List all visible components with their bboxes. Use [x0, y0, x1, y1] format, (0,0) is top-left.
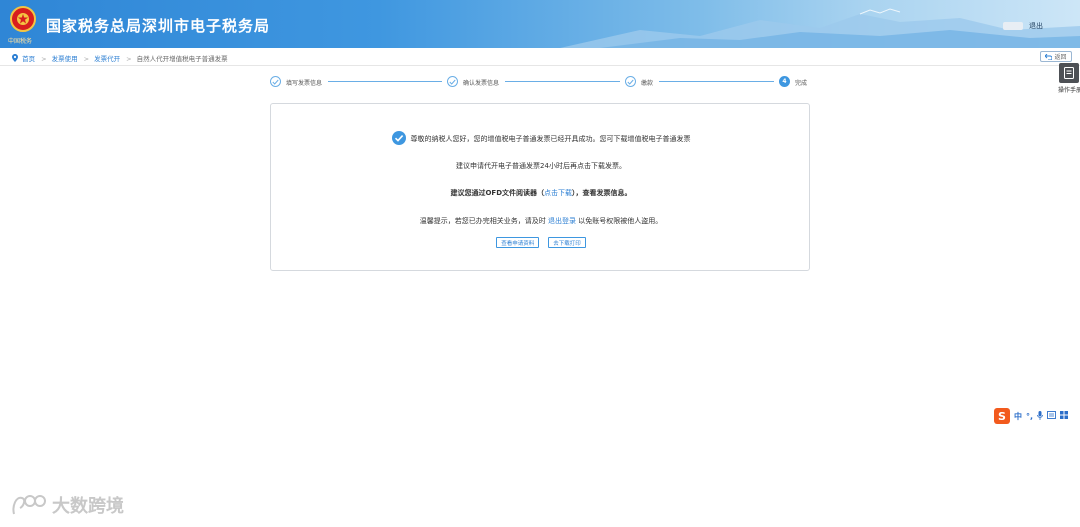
breadcrumb-separator: > — [126, 55, 132, 63]
ime-toolbar: S 中 °, — [993, 408, 1080, 424]
result-card: 尊敬的纳税人您好，您的增值税电子普通发票已经开具成功。您可下载增值税电子普通发票… — [270, 103, 810, 271]
step-4-number: 4 — [779, 76, 790, 87]
ofd-download-link[interactable]: 点击下载 — [544, 189, 572, 197]
breadcrumb-separator: > — [83, 55, 90, 63]
user-name-redacted — [1003, 22, 1023, 30]
step-1-label: 填写发票信息 — [286, 80, 323, 87]
step-3-check-icon — [625, 76, 636, 87]
breadcrumb-bar: 首页 > 发票使用 > 发票代开 > 自然人代开增值税电子普通发票 — [0, 48, 1080, 66]
step-2-check-icon — [447, 76, 458, 87]
breadcrumb-invoice-use[interactable]: 发票使用 — [52, 55, 78, 63]
sogou-logo-icon[interactable]: S — [994, 408, 1010, 424]
tip-suffix: 以免账号权限被他人盗用。 — [578, 217, 663, 225]
watermark: 大数跨境 — [10, 492, 124, 518]
ime-chinese-mode[interactable]: 中 — [1014, 411, 1022, 422]
tip-prefix: 温馨提示，若您已办完相关业务，请及时 — [419, 217, 546, 225]
step-1-check-icon — [270, 76, 281, 87]
tip-row: 温馨提示，若您已办完相关业务，请及时 退出登录 以免账号权限被他人盗用。 — [271, 216, 811, 226]
success-check-icon — [391, 131, 406, 145]
site-header: 中国税务 国家税务总局深圳市电子税务局 退出 — [0, 0, 1080, 48]
step-connector — [505, 81, 620, 82]
breadcrumb-invoice-issuing[interactable]: 发票代开 — [94, 55, 120, 63]
success-row: 尊敬的纳税人您好，您的增值税电子普通发票已经开具成功。您可下载增值税电子普通发票 — [271, 131, 811, 146]
ime-keyboard-icon[interactable] — [1047, 411, 1056, 421]
back-button[interactable]: 返回 — [1040, 51, 1072, 62]
logout-link[interactable]: 退出 — [1029, 21, 1043, 31]
step-4-label: 完成 — [795, 80, 808, 87]
view-application-button[interactable]: 查看申请资料 — [496, 237, 540, 248]
back-button-label: 返回 — [1054, 54, 1067, 61]
success-message: 尊敬的纳税人您好，您的增值税电子普通发票已经开具成功。您可下载增值税电子普通发票 — [410, 135, 691, 143]
ofd-prefix: 建议您通过OFD文件阅读器（ — [450, 189, 545, 197]
tax-emblem-icon — [10, 6, 36, 32]
ofd-suffix: ），查看发票信息。 — [572, 189, 632, 197]
ime-punctuation-icon[interactable]: °, — [1026, 412, 1033, 421]
breadcrumb-separator: > — [41, 55, 47, 63]
breadcrumb-current: 自然人代开增值税电子普通发票 — [136, 55, 228, 63]
download-print-button[interactable]: 去下载打印 — [548, 237, 586, 248]
progress-steps: 填写发票信息 确认发票信息 缴款 4 完成 — [270, 76, 810, 88]
watermark-text: 大数跨境 — [52, 496, 124, 517]
step-connector — [659, 81, 774, 82]
manual-button[interactable] — [1059, 63, 1079, 83]
ime-toolbox-icon[interactable] — [1060, 411, 1069, 421]
tip-logout-link[interactable]: 退出登录 — [548, 217, 576, 225]
step-connector — [328, 81, 442, 82]
ime-microphone-icon[interactable] — [1037, 410, 1043, 422]
ofd-row: 建议您通过OFD文件阅读器（点击下载），查看发票信息。 — [271, 188, 811, 198]
manual-label: 操作手册 — [1058, 87, 1080, 94]
breadcrumb-home[interactable]: 首页 — [22, 55, 35, 63]
action-buttons: 查看申请资料 去下载打印 — [271, 237, 811, 248]
suggest-text: 建议申请代开电子普通发票24小时后再点击下载发票。 — [456, 162, 626, 170]
logo-caption: 中国税务 — [8, 38, 33, 45]
watermark-logo-icon — [12, 495, 46, 515]
site-title: 国家税务总局深圳市电子税务局 — [46, 17, 271, 35]
return-arrow-icon — [1045, 53, 1053, 60]
breadcrumb: 首页 > 发票使用 > 发票代开 > 自然人代开增值税电子普通发票 — [12, 53, 231, 63]
step-2-label: 确认发票信息 — [463, 80, 500, 87]
manual-book-icon — [1064, 67, 1074, 79]
step-3-label: 缴款 — [641, 80, 654, 87]
location-pin-icon — [12, 54, 18, 62]
